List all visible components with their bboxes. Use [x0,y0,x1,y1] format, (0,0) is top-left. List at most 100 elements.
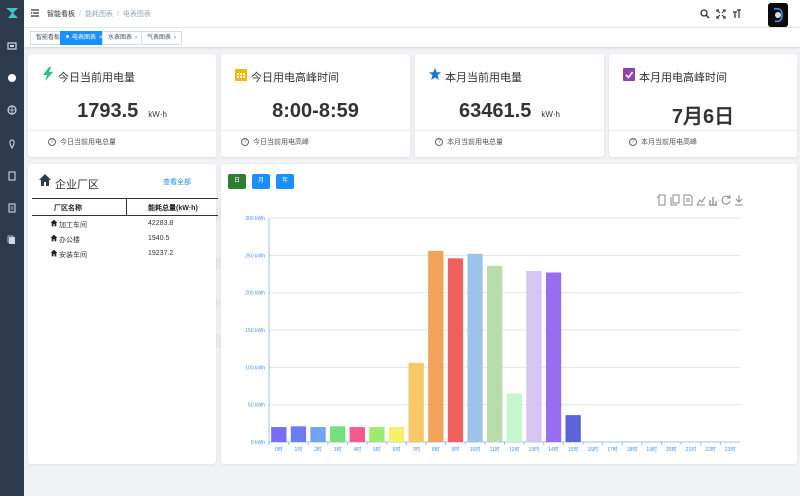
location-icon[interactable] [6,138,18,150]
column-header: 能耗总量(kW·h) [148,205,198,212]
panel-title: 企业厂区 [55,179,99,191]
bar [545,272,562,442]
stat-card-month-usage: 本月当前用电量 63461.5 kW·h ? 本月当前用电总量 [415,54,604,157]
y-tick-label: 150 kWh [245,328,265,334]
y-tick-label: 250 kWh [245,253,265,259]
breadcrumb-item[interactable]: 智能看板 [47,11,75,18]
row-name: 安装车间 [59,252,87,259]
row-name: 加工车间 [59,222,87,229]
energy-icon[interactable] [6,72,18,84]
sidebar [0,0,24,496]
y-tick-label: 300 kWh [245,216,265,222]
stat-title: 本月用电高峰时间 [639,72,727,84]
font-size-icon[interactable] [732,9,742,19]
bar [526,271,542,442]
x-tick-label: 11时 [490,446,500,453]
tags-view: 智能看板 电表图表 × 水表图表 › 气表图表 › [24,28,800,48]
tag-gas-chart[interactable]: 气表图表 › [141,31,183,45]
y-tick-label: 200 kWh [245,291,265,297]
x-tick-label: 10时 [470,446,481,453]
x-tick-label: 6时 [393,446,401,453]
search-icon[interactable] [700,9,710,19]
stat-value: 63461.5 kW·h [459,100,560,122]
breadcrumb: 智能看板 / 能耗图表 / 电表图表 [47,11,151,18]
row-value: 1940.5 [148,235,170,242]
x-tick-label: 15时 [568,446,579,453]
x-tick-label: 21时 [686,446,697,453]
x-tick-label: 18时 [627,446,638,453]
x-tick-label: 3时 [334,446,342,453]
files-icon[interactable] [6,234,18,246]
bar [447,258,464,442]
stat-footer: ? 本月当前用电高峰 [629,137,697,147]
question-icon: ? [435,138,443,147]
stat-card-today-usage: 今日当前用电量 1793.5 kW·h ? 今日当前用电总量 [28,54,216,157]
bar [565,415,581,442]
tag-water-chart[interactable]: 水表图表 › [102,31,144,45]
stat-value: 8:00-8:59 [272,100,359,122]
bar [506,393,522,442]
logo-icon [6,8,18,18]
calendar-icon [235,69,247,81]
close-icon[interactable]: › [174,35,176,41]
y-tick-label: 100 kWh [245,365,265,371]
x-tick-label: 16时 [588,446,599,453]
home-icon [50,219,58,227]
bar [290,426,307,442]
star-icon [429,68,441,80]
bar-chart: 0 kWh 50 kWh 100 kWh 150 kWh 200 kWh 250 kWh 3… [245,216,740,453]
breadcrumb-item[interactable]: 能耗图表 [85,11,113,18]
x-tick-label: 5时 [373,446,381,453]
fullscreen-icon[interactable] [716,9,726,19]
table-header: 厂区名称 能耗总量(kW·h) [32,198,218,216]
x-tick-label: 20时 [666,446,677,453]
y-tick-label: 0 kWh [251,440,265,446]
header-tools [700,0,800,28]
bar [487,265,503,442]
row-value: 42283.8 [148,220,174,227]
bar [428,250,444,442]
home-icon [50,234,58,242]
top-navbar: 智能看板 / 能耗图表 / 电表图表 [24,0,800,28]
bar [388,427,405,442]
hamburger-icon[interactable] [30,8,40,18]
clipboard-check-icon [623,68,635,81]
x-tick-label: 4时 [353,446,361,453]
device-icon[interactable] [6,170,18,182]
question-icon: ? [629,138,637,147]
column-header: 厂区名称 [54,205,82,212]
stat-title: 今日当前用电量 [58,72,135,84]
question-icon: ? [241,138,249,147]
close-icon[interactable]: › [135,35,137,41]
document-icon[interactable] [6,202,18,214]
x-tick-label: 1时 [295,446,303,453]
stat-footer: ? 今日当前用电高峰 [241,137,309,147]
bar [467,253,483,442]
x-tick-label: 14时 [548,446,559,453]
stat-value: 7月6日 [671,106,735,128]
x-tick-label: 9时 [452,446,460,453]
breadcrumb-item: 电表图表 [122,11,151,18]
view-all-link[interactable]: 查看全部 [163,177,191,187]
x-tick-label: 12时 [509,446,520,453]
x-tick-label: 22时 [705,446,716,453]
row-name: 办公楼 [59,237,80,244]
globe-icon[interactable] [6,104,18,116]
table-row[interactable]: 办公楼 1940.5 [32,231,218,246]
y-tick-label: 50 kWh [248,403,265,409]
table-row[interactable]: 安装车间 19237.2 [32,246,218,261]
avatar[interactable] [768,3,788,27]
dashboard-icon[interactable] [6,40,18,52]
home-icon [39,174,51,186]
x-tick-label: 13时 [529,446,540,453]
x-tick-label: 8时 [432,446,440,453]
bar [310,427,326,442]
stat-card-month-peak: 本月用电高峰时间 7月6日 ? 本月当前用电高峰 [609,54,797,157]
x-tick-label: 23时 [725,446,736,453]
table-row[interactable]: 加工车间 42283.8 [32,216,218,231]
stat-footer: ? 本月当前用电总量 [435,137,503,147]
bar [369,427,385,442]
stat-title: 本月当前用电量 [445,72,522,84]
bar [271,427,287,442]
x-tick-label: 19时 [646,446,657,453]
